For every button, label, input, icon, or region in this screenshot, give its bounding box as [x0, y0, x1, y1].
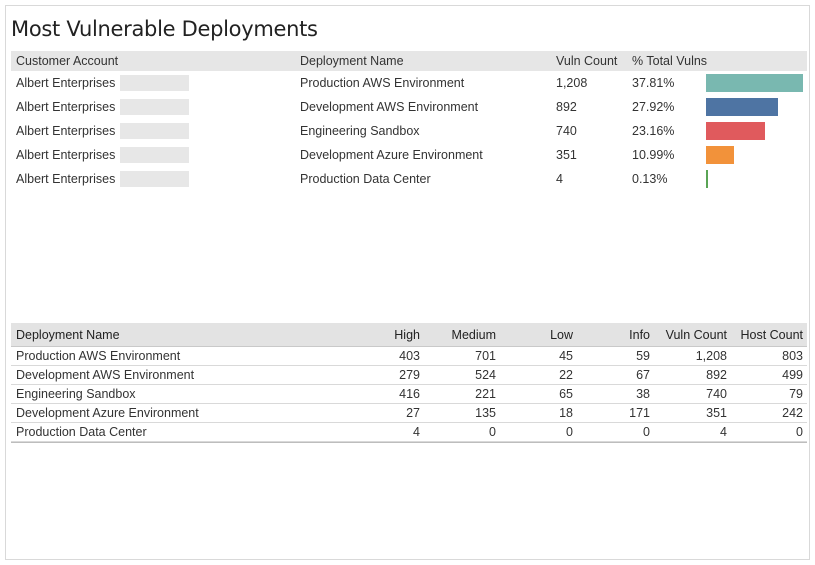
host-count: 803	[782, 349, 803, 363]
vuln-count: 1,208	[695, 349, 727, 363]
table-body: Albert Enterprises Production AWS Environ…	[11, 71, 807, 191]
table-header: Deployment Name High Medium Low Info Vul…	[11, 323, 807, 347]
header-customer-account[interactable]: Customer Account	[16, 54, 118, 68]
vuln-count: 4	[556, 172, 563, 186]
vuln-count: 892	[556, 100, 577, 114]
vuln-count: 1,208	[556, 76, 588, 90]
table-row[interactable]: Production Data Center 4 0 0 0 4 0	[11, 423, 807, 442]
redacted-field	[120, 171, 189, 187]
deployment-name[interactable]: Production AWS Environment	[16, 349, 180, 363]
header-high[interactable]: High	[394, 328, 420, 342]
total-vulns-pct: 0.13%	[632, 172, 668, 186]
low-count: 22	[559, 368, 573, 382]
high-count: 416	[399, 387, 420, 401]
low-count: 0	[566, 425, 573, 439]
total-vulns-pct: 27.92%	[632, 100, 675, 114]
deployment-name[interactable]: Production Data Center	[300, 172, 431, 186]
info-count: 171	[629, 406, 650, 420]
vuln-count: 351	[556, 148, 577, 162]
deployment-name[interactable]: Development Azure Environment	[16, 406, 199, 420]
header-deployment-name[interactable]: Deployment Name	[16, 328, 120, 342]
header-host-count[interactable]: Host Count	[740, 328, 803, 342]
table-row[interactable]: Development AWS Environment 279 524 22 67 892…	[11, 366, 807, 385]
low-count: 18	[559, 406, 573, 420]
deployment-name[interactable]: Development AWS Environment	[300, 100, 478, 114]
table-row[interactable]: Development Azure Environment 27 135 18 171 3…	[11, 404, 807, 423]
table-row[interactable]: Albert Enterprises Development Azure Envi…	[11, 143, 807, 167]
pct-bar	[706, 170, 708, 188]
total-vulns-pct: 37.81%	[632, 76, 675, 90]
high-count: 27	[406, 406, 420, 420]
medium-count: 701	[475, 349, 496, 363]
header-deployment-name[interactable]: Deployment Name	[300, 54, 404, 68]
deployment-name[interactable]: Development Azure Environment	[300, 148, 483, 162]
deployment-name[interactable]: Engineering Sandbox	[300, 124, 420, 138]
table-row[interactable]: Albert Enterprises Engineering Sandbox 740…	[11, 119, 807, 143]
info-count: 59	[636, 349, 650, 363]
info-count: 38	[636, 387, 650, 401]
deployment-severity-table: Deployment Name High Medium Low Info Vul…	[11, 323, 807, 443]
table-header: Customer Account Deployment Name Vuln Co…	[11, 51, 807, 71]
low-count: 45	[559, 349, 573, 363]
deployment-name[interactable]: Production AWS Environment	[300, 76, 464, 90]
deployment-name[interactable]: Development AWS Environment	[16, 368, 194, 382]
pct-bar	[706, 74, 803, 92]
vuln-count: 740	[706, 387, 727, 401]
customer-account: Albert Enterprises	[16, 76, 116, 90]
high-count: 403	[399, 349, 420, 363]
redacted-field	[120, 75, 189, 91]
low-count: 65	[559, 387, 573, 401]
table-bottom-border	[11, 442, 807, 443]
high-count: 4	[413, 425, 420, 439]
total-vulns-pct: 23.16%	[632, 124, 675, 138]
info-count: 0	[643, 425, 650, 439]
header-vuln-count[interactable]: Vuln Count	[556, 54, 617, 68]
vulnerable-deployments-table: Customer Account Deployment Name Vuln Co…	[11, 51, 807, 191]
header-medium[interactable]: Medium	[452, 328, 496, 342]
medium-count: 0	[489, 425, 496, 439]
dashboard-panel: Most Vulnerable Deployments Customer Acc…	[5, 5, 810, 560]
header-vuln-count[interactable]: Vuln Count	[666, 328, 727, 342]
pct-bar	[706, 146, 735, 164]
medium-count: 135	[475, 406, 496, 420]
host-count: 499	[782, 368, 803, 382]
table-row[interactable]: Production AWS Environment 403 701 45 59 1,20…	[11, 347, 807, 366]
customer-account: Albert Enterprises	[16, 172, 116, 186]
table-row[interactable]: Albert Enterprises Production AWS Environ…	[11, 71, 807, 95]
host-count: 0	[796, 425, 803, 439]
redacted-field	[120, 99, 189, 115]
header-total-vulns-pct[interactable]: % Total Vulns	[632, 54, 707, 68]
redacted-field	[120, 123, 189, 139]
host-count: 242	[782, 406, 803, 420]
customer-account: Albert Enterprises	[16, 100, 116, 114]
vuln-count: 4	[720, 425, 727, 439]
table-row[interactable]: Engineering Sandbox 416 221 65 38 740 79	[11, 385, 807, 404]
vuln-count: 892	[706, 368, 727, 382]
medium-count: 221	[475, 387, 496, 401]
header-low[interactable]: Low	[550, 328, 573, 342]
table-row[interactable]: Albert Enterprises Development AWS Enviro…	[11, 95, 807, 119]
deployment-name[interactable]: Engineering Sandbox	[16, 387, 136, 401]
deployment-name[interactable]: Production Data Center	[16, 425, 147, 439]
pct-bar	[706, 122, 766, 140]
high-count: 279	[399, 368, 420, 382]
medium-count: 524	[475, 368, 496, 382]
table-body: Production AWS Environment 403 701 45 59 1,20…	[11, 347, 807, 442]
vuln-count: 740	[556, 124, 577, 138]
host-count: 79	[789, 387, 803, 401]
customer-account: Albert Enterprises	[16, 124, 116, 138]
table-row[interactable]: Albert Enterprises Production Data Center…	[11, 167, 807, 191]
redacted-field	[120, 147, 189, 163]
header-info[interactable]: Info	[629, 328, 650, 342]
vuln-count: 351	[706, 406, 727, 420]
pct-bar	[706, 98, 778, 116]
info-count: 67	[636, 368, 650, 382]
panel-title: Most Vulnerable Deployments	[11, 17, 318, 41]
total-vulns-pct: 10.99%	[632, 148, 675, 162]
customer-account: Albert Enterprises	[16, 148, 116, 162]
